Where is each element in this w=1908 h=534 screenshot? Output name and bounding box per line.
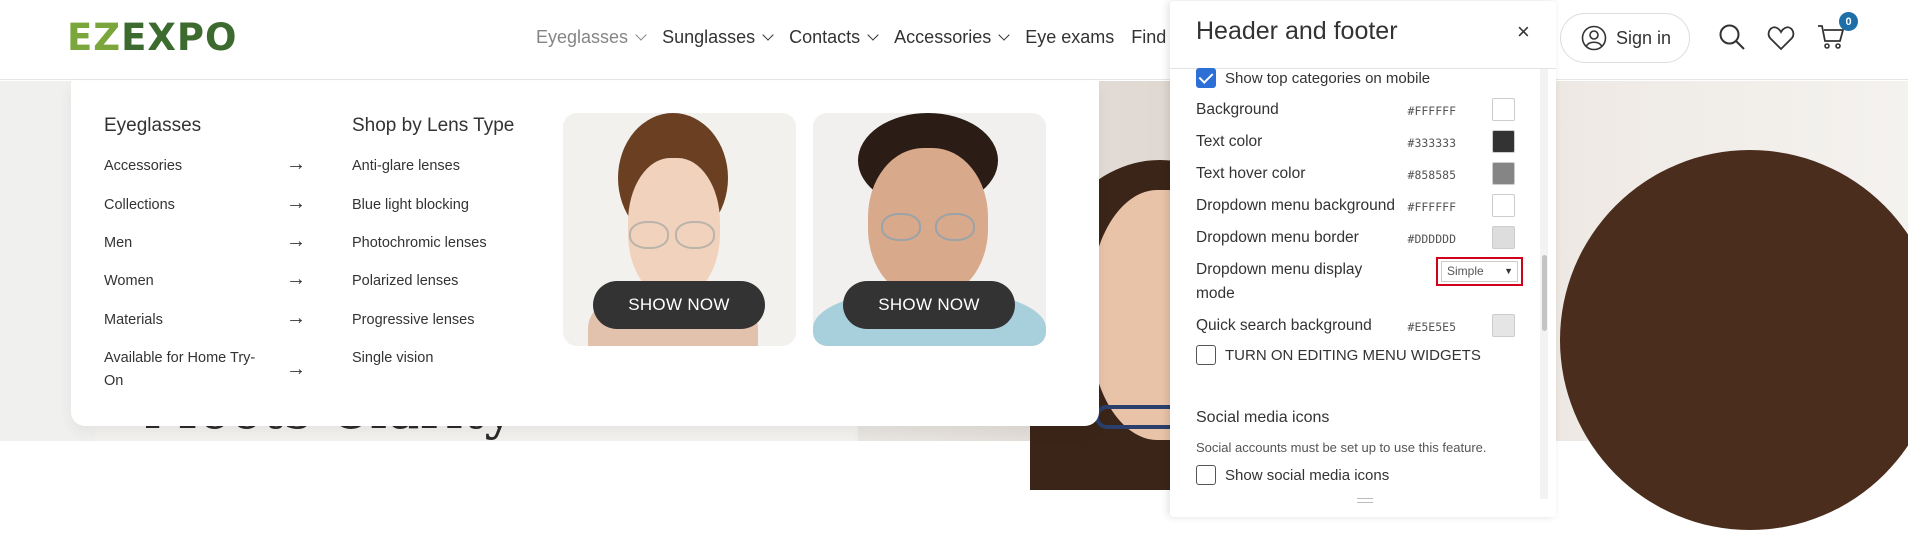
nav-label: Sunglasses — [662, 27, 756, 47]
mega-col-title-eyeglasses: Eyeglasses — [104, 115, 202, 136]
nav-contacts[interactable]: Contacts — [789, 27, 879, 48]
page: { "brand": { "logo_text_a": "EZ", "logo_… — [0, 0, 1908, 534]
promo-card-men[interactable]: SHOW NOW — [813, 113, 1046, 346]
display-mode-select-box: Simple ▼ — [1441, 261, 1518, 282]
show-now-button[interactable]: SHOW NOW — [593, 281, 765, 329]
nav-label: Accessories — [894, 27, 992, 47]
color-swatch-background[interactable] — [1492, 98, 1515, 121]
show-social-label: Show social media icons — [1225, 467, 1390, 484]
promo-card-women[interactable]: SHOW NOW — [563, 113, 796, 346]
main-nav: Eyeglasses Sunglasses Contacts Accessori… — [536, 27, 1243, 48]
arrow-right-icon: → — [286, 307, 306, 329]
glasses-lens — [675, 221, 715, 249]
resize-grip-icon[interactable] — [1357, 498, 1373, 503]
nav-eye-exams[interactable]: Eye exams — [1025, 27, 1114, 48]
chevron-down-icon — [635, 29, 647, 41]
setting-value-text-color: #333333 — [1407, 136, 1456, 150]
display-mode-label-line2: mode — [1196, 285, 1235, 302]
color-swatch-dropdown-bg[interactable] — [1492, 194, 1515, 217]
logo-part-expo: EXPO — [121, 16, 238, 59]
show-social-checkbox[interactable] — [1196, 465, 1216, 485]
close-icon[interactable]: × — [1517, 19, 1530, 45]
cart-count-badge: 0 — [1839, 12, 1858, 31]
arrow-right-icon: → — [286, 230, 306, 252]
color-swatch-quick-search[interactable] — [1492, 314, 1515, 337]
logo[interactable]: EZEXPO — [67, 16, 237, 59]
chevron-down-icon — [762, 29, 774, 41]
eyeglasses-mega-menu: Eyeglasses Accessories → Collections → M… — [71, 81, 1099, 426]
setting-label-dropdown-bg: Dropdown menu background — [1196, 197, 1396, 214]
nav-eyeglasses[interactable]: Eyeglasses — [536, 27, 647, 48]
setting-value-dropdown-bg: #FFFFFF — [1407, 200, 1456, 214]
nav-label: Eyeglasses — [536, 27, 629, 47]
setting-value-text-hover: #858585 — [1407, 168, 1456, 182]
social-section-title: Social media icons — [1196, 409, 1330, 426]
mega-link-accessories[interactable]: Accessories — [104, 155, 182, 178]
arrow-right-icon: → — [286, 153, 306, 175]
mega-link-women[interactable]: Women — [104, 270, 154, 293]
mega-link-home-try-on-line2[interactable]: On — [104, 370, 123, 393]
mega-link-home-try-on[interactable]: Available for Home Try- — [104, 347, 255, 370]
logo-part-ez: EZ — [67, 16, 122, 59]
mega-col-title-lens-type: Shop by Lens Type — [352, 115, 515, 136]
setting-value-background: #FFFFFF — [1407, 104, 1456, 118]
setting-label-text-hover: Text hover color — [1196, 165, 1306, 182]
mega-link-photochromic[interactable]: Photochromic lenses — [352, 232, 487, 255]
setting-label-text-color: Text color — [1196, 133, 1263, 150]
arrow-right-icon: → — [286, 192, 306, 214]
mega-link-anti-glare[interactable]: Anti-glare lenses — [352, 155, 460, 178]
heart-icon[interactable] — [1767, 25, 1795, 51]
mega-link-collections[interactable]: Collections — [104, 194, 175, 217]
show-now-button[interactable]: SHOW NOW — [843, 281, 1015, 329]
panel-divider — [1170, 68, 1556, 69]
mega-link-blue-light[interactable]: Blue light blocking — [352, 194, 469, 217]
mega-link-materials[interactable]: Materials — [104, 309, 163, 332]
nav-label: Contacts — [789, 27, 861, 47]
nav-accessories[interactable]: Accessories — [894, 27, 1010, 48]
glasses-lens — [881, 213, 921, 241]
site-header: EZEXPO Eyeglasses Sunglasses Contacts Ac… — [0, 0, 1908, 80]
show-top-categories-checkbox[interactable] — [1196, 68, 1216, 88]
chevron-down-icon — [998, 29, 1010, 41]
color-swatch-text-hover[interactable] — [1492, 162, 1515, 185]
arrow-right-icon: → — [286, 358, 306, 380]
editing-widgets-label: TURN ON EDITING MENU WIDGETS — [1225, 347, 1481, 364]
sign-in-button[interactable]: Sign in — [1560, 13, 1690, 63]
user-icon — [1581, 25, 1607, 51]
display-mode-label: Dropdown menu display — [1196, 261, 1363, 278]
display-mode-value: Simple — [1447, 264, 1484, 278]
glasses-lens — [935, 213, 975, 241]
show-top-categories-label: Show top categories on mobile — [1225, 70, 1431, 87]
mega-link-progressive[interactable]: Progressive lenses — [352, 309, 475, 332]
sign-in-label: Sign in — [1616, 27, 1672, 48]
nav-sunglasses[interactable]: Sunglasses — [662, 27, 774, 48]
color-swatch-dropdown-border[interactable] — [1492, 226, 1515, 249]
quick-search-label: Quick search background — [1196, 317, 1372, 334]
color-swatch-text-color[interactable] — [1492, 130, 1515, 153]
social-help-text: Social accounts must be set up to use th… — [1196, 440, 1487, 455]
setting-value-dropdown-border: #DDDDDD — [1407, 232, 1456, 246]
caret-down-icon: ▼ — [1504, 266, 1513, 276]
mega-link-polarized[interactable]: Polarized lenses — [352, 270, 458, 293]
arrow-right-icon: → — [286, 268, 306, 290]
mega-link-men[interactable]: Men — [104, 232, 132, 255]
display-mode-select[interactable]: Simple ▼ — [1436, 257, 1523, 286]
nav-label: Eye exams — [1025, 27, 1115, 47]
setting-label-dropdown-border: Dropdown menu border — [1196, 229, 1359, 246]
editing-widgets-checkbox[interactable] — [1196, 345, 1216, 365]
quick-search-value: #E5E5E5 — [1407, 320, 1456, 334]
panel-scrollbar-thumb[interactable] — [1542, 255, 1547, 331]
header-footer-panel: Header and footer × Show top categories … — [1170, 1, 1556, 517]
mega-link-single-vision[interactable]: Single vision — [352, 347, 433, 370]
panel-title: Header and footer — [1196, 17, 1398, 45]
search-icon[interactable] — [1718, 23, 1746, 51]
glasses-lens — [629, 221, 669, 249]
setting-label-background: Background — [1196, 101, 1279, 118]
chevron-down-icon — [867, 29, 879, 41]
